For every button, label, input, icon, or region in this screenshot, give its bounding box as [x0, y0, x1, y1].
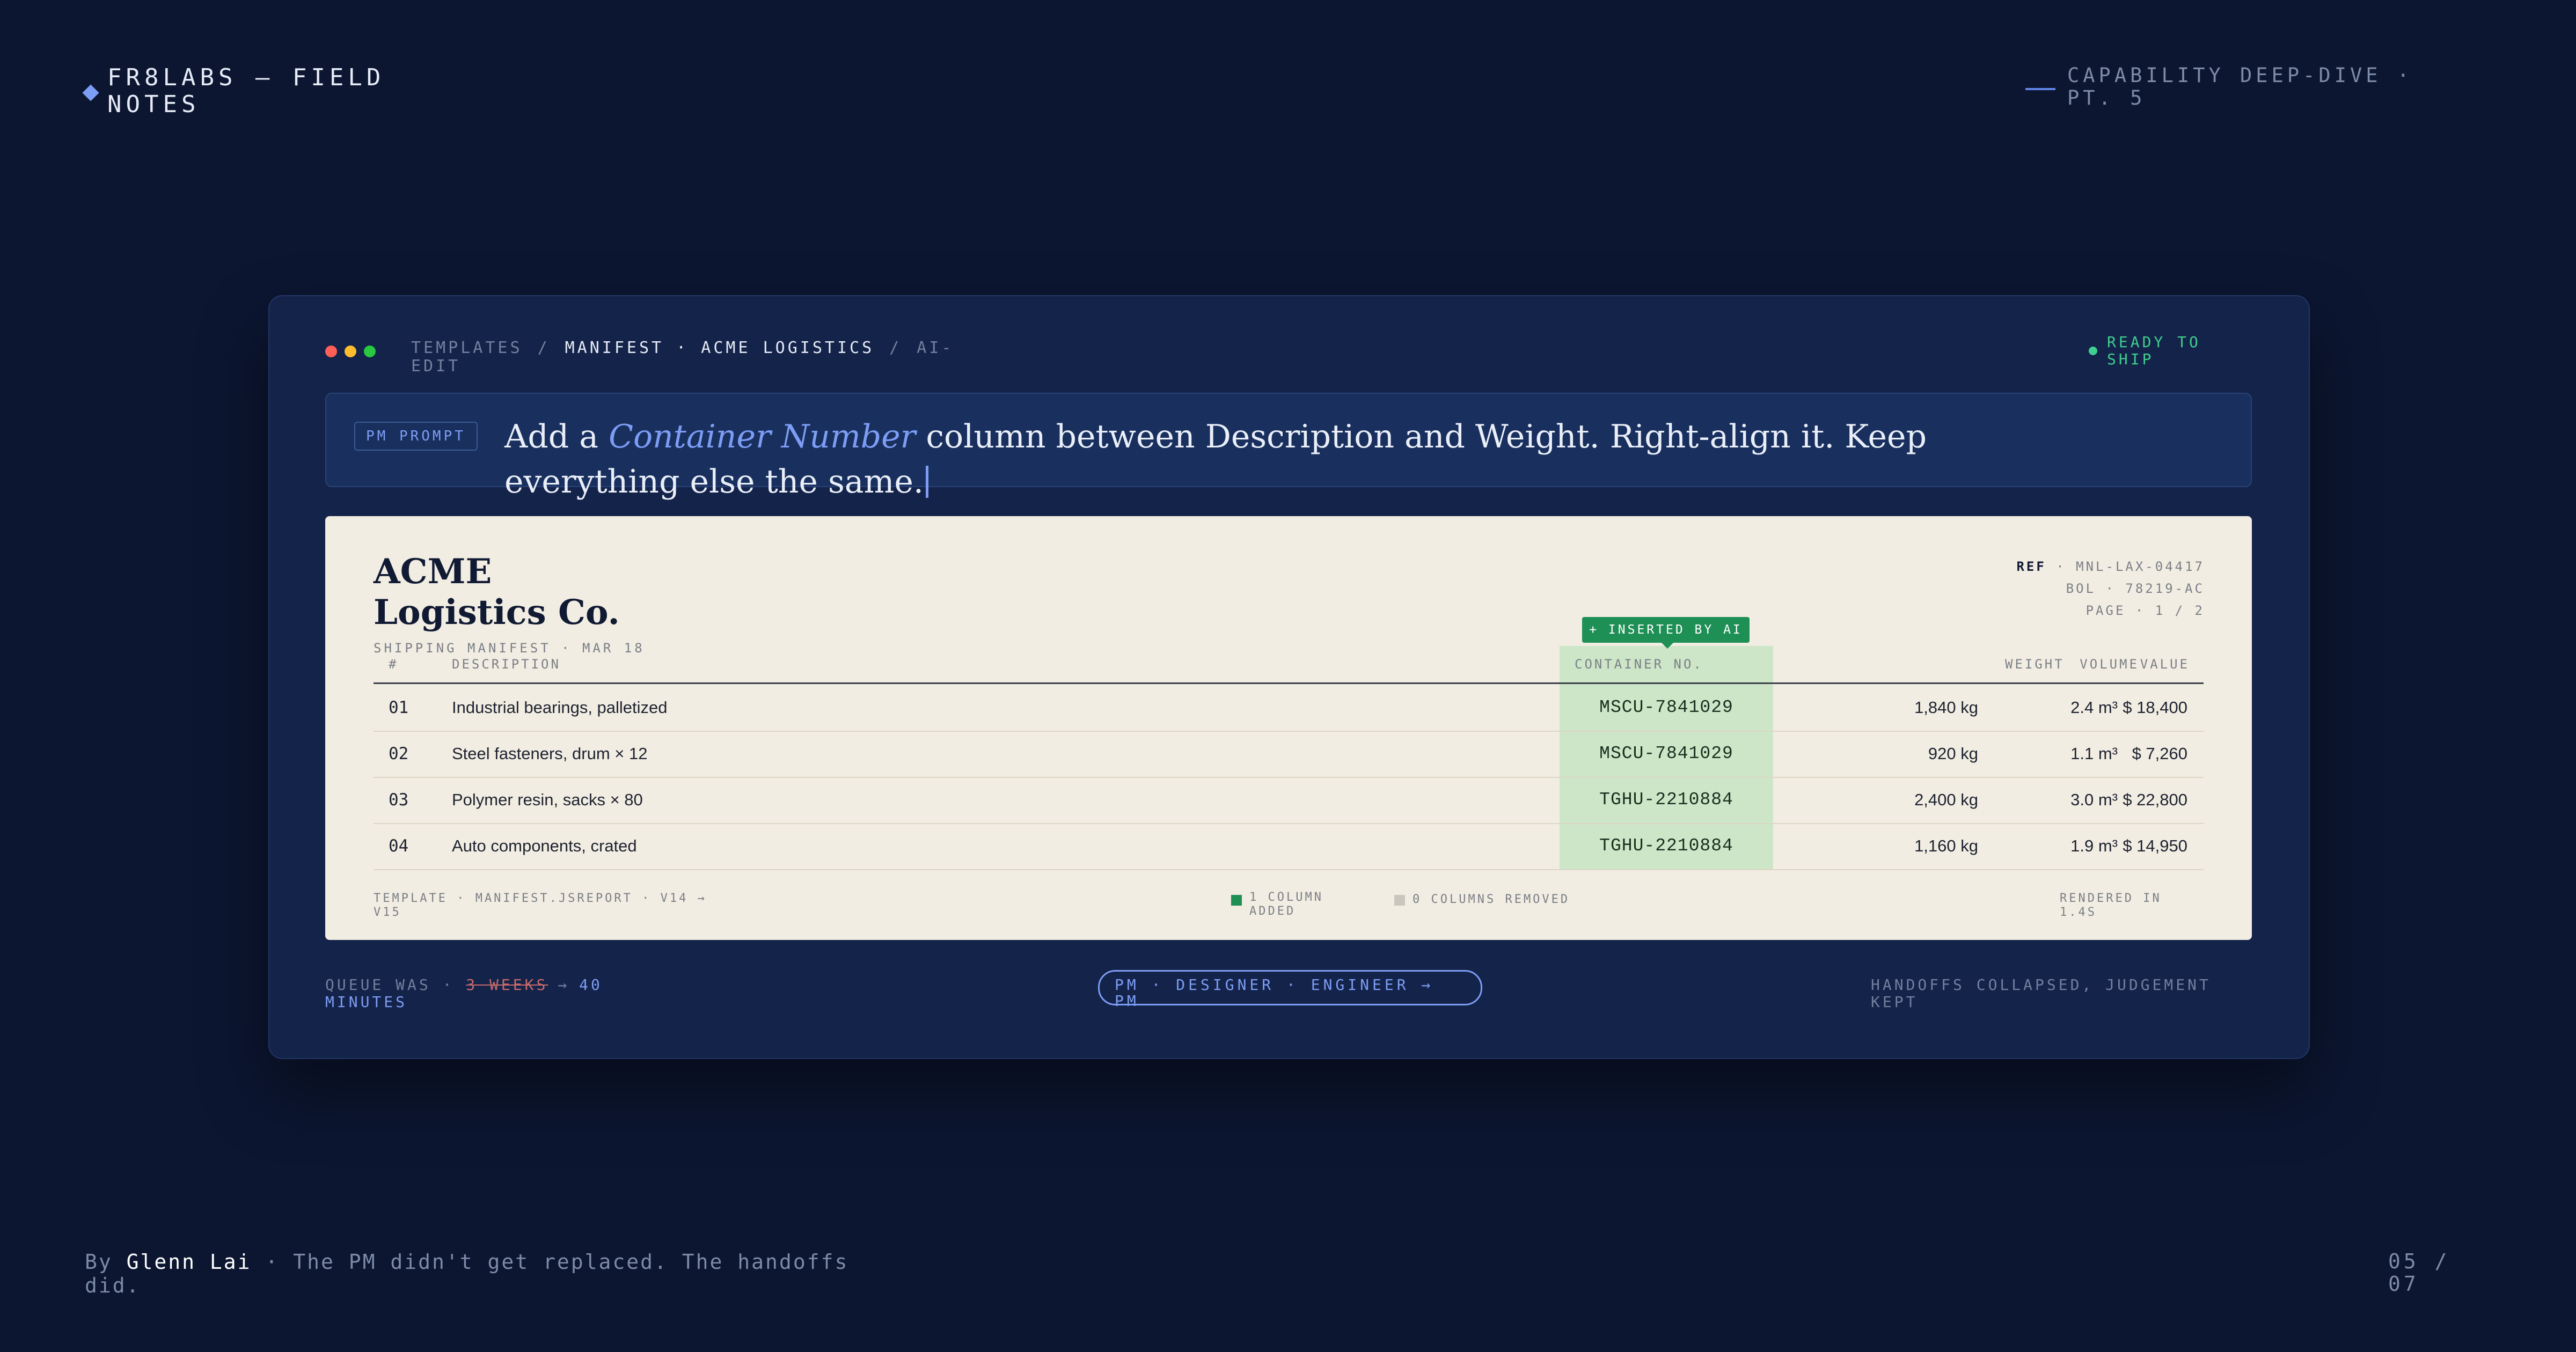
ref-label: REF — [2016, 559, 2046, 574]
row-description: Steel fasteners, drum × 12 — [452, 744, 648, 763]
added-square-icon — [1231, 895, 1242, 906]
columns-removed: 0 COLUMNS REMOVED — [1413, 893, 1570, 906]
page-indicator: PAGE · 1 / 2 — [2085, 603, 2205, 618]
status-label: READY TO SHIP — [2107, 333, 2201, 368]
badge-pointer — [1662, 643, 1673, 649]
handoffs-note: HANDOFFS COLLAPSED, JUDGEMENT KEPT — [1871, 976, 2211, 1011]
prompt-box[interactable]: PM PROMPT Add a Container Number column … — [325, 393, 2252, 501]
series-label: CAPABILITY DEEP-DIVE · PT. 5 — [2025, 64, 2464, 109]
row-value: $ 7,260 — [2132, 744, 2187, 763]
row-number: 02 — [389, 744, 409, 763]
removed-square-icon — [1394, 895, 1405, 906]
row-description: Industrial bearings, palletized — [452, 698, 668, 717]
row-weight: 2,400 kg — [1914, 790, 1978, 809]
queue-comparison: QUEUE WAS · 3 WEEKS → 40 MINUTES — [325, 976, 647, 1011]
row-weight: 920 kg — [1928, 744, 1978, 763]
status-dot-icon — [2089, 347, 2097, 355]
window-controls — [325, 346, 376, 357]
close-window-dot[interactable] — [325, 346, 337, 357]
header-rule — [374, 682, 2204, 684]
row-number: 01 — [389, 698, 409, 717]
columns-added: 1 COLUMN ADDED — [1249, 891, 1323, 918]
manifest-preview: ACME Logistics Co. SHIPPING MANIFEST · M… — [325, 516, 2252, 940]
status-indicator: READY TO SHIP — [2089, 334, 2230, 368]
editor-window: TEMPLATES / MANIFEST · ACME LOGISTICS / AI-E… — [268, 295, 2310, 1059]
arrow-right-icon: → — [558, 976, 570, 994]
brand: FR8LABS — FIELD NOTES — [82, 64, 386, 118]
breadcrumb-separator: / — [537, 339, 550, 357]
reference-block: REF · MNL-LAX-04417 BOL · 78219-AC PAGE … — [2011, 556, 2205, 622]
col-header-container: CONTAINER NO. — [1575, 657, 1703, 672]
role-flow-label: PM · DESIGNER · ENGINEER → PM — [1115, 976, 1434, 1010]
table-row: 01 Industrial bearings, palletized MSCU-… — [374, 685, 2204, 732]
queue-old-value: 3 WEEKS — [466, 976, 548, 994]
col-header-num: # — [389, 657, 399, 672]
byline-by: By — [85, 1250, 113, 1274]
manifest-subtitle: SHIPPING MANIFEST · MAR 18 — [374, 641, 645, 656]
role-flow-pill: PM · DESIGNER · ENGINEER → PM — [1098, 970, 1482, 1009]
template-version: TEMPLATE · MANIFEST.JSREPORT · V14 → V15 — [374, 892, 707, 919]
table-row: 04 Auto components, crated TGHU-2210884 … — [374, 823, 2204, 870]
row-description: Polymer resin, sacks × 80 — [452, 790, 643, 809]
row-value: $ 22,800 — [2123, 790, 2187, 809]
minimize-window-dot[interactable] — [345, 346, 356, 357]
row-description: Auto components, crated — [452, 836, 637, 855]
row-value: $ 14,950 — [2123, 836, 2187, 855]
row-weight: 1,160 kg — [1914, 836, 1978, 855]
prompt-text-before: Add a — [504, 418, 609, 455]
bol-number: BOL · 78219-AC — [2066, 581, 2205, 596]
pm-prompt-tag: PM PROMPT — [354, 422, 478, 451]
breadcrumb-templates[interactable]: TEMPLATES — [411, 339, 523, 357]
breadcrumb: TEMPLATES / MANIFEST · ACME LOGISTICS / AI-E… — [411, 339, 1001, 376]
table-row: 02 Steel fasteners, drum × 12 MSCU-78410… — [374, 731, 2204, 778]
breadcrumb-manifest[interactable]: MANIFEST · ACME LOGISTICS — [565, 339, 875, 357]
row-weight: 1,840 kg — [1914, 698, 1978, 717]
row-container: TGHU-2210884 — [1599, 790, 1733, 810]
row-container: MSCU-7841029 — [1599, 697, 1733, 717]
ai-badge-label: + INSERTED BY AI — [1589, 623, 1743, 637]
render-time: RENDERED IN 1.4S — [2060, 892, 2162, 919]
row-number: 04 — [389, 836, 409, 856]
inserted-by-ai-badge: + INSERTED BY AI — [1582, 617, 1750, 649]
breadcrumb-separator: / — [889, 339, 902, 357]
ref-value: · MNL-LAX-04417 — [2056, 559, 2205, 574]
byline: By Glenn Lai · The PM didn't get replace… — [85, 1250, 901, 1297]
author-name: Glenn Lai — [126, 1250, 252, 1274]
row-container: TGHU-2210884 — [1599, 836, 1733, 856]
table-row: 03 Polymer resin, sacks × 80 TGHU-221088… — [374, 777, 2204, 824]
col-header-description: DESCRIPTION — [452, 657, 561, 672]
prompt-input[interactable]: Add a Container Number column between De… — [504, 414, 1964, 504]
company-name: ACME Logistics Co. — [374, 552, 620, 633]
row-value: $ 18,400 — [2123, 698, 2187, 717]
diamond-icon — [82, 84, 99, 101]
row-number: 03 — [389, 790, 409, 810]
accent-line — [2025, 88, 2055, 90]
queue-label: QUEUE WAS · — [325, 976, 455, 994]
prompt-highlight: Container Number — [609, 418, 916, 455]
maximize-window-dot[interactable] — [364, 346, 376, 357]
col-header-value: VALUE — [2140, 657, 2190, 672]
text-cursor — [926, 466, 928, 498]
capability-title: CAPABILITY DEEP-DIVE · PT. 5 — [2067, 64, 2413, 109]
row-container: MSCU-7841029 — [1599, 744, 1733, 763]
page-counter: 05 / 07 — [2388, 1250, 2450, 1296]
brand-title: FR8LABS — FIELD NOTES — [107, 64, 385, 118]
